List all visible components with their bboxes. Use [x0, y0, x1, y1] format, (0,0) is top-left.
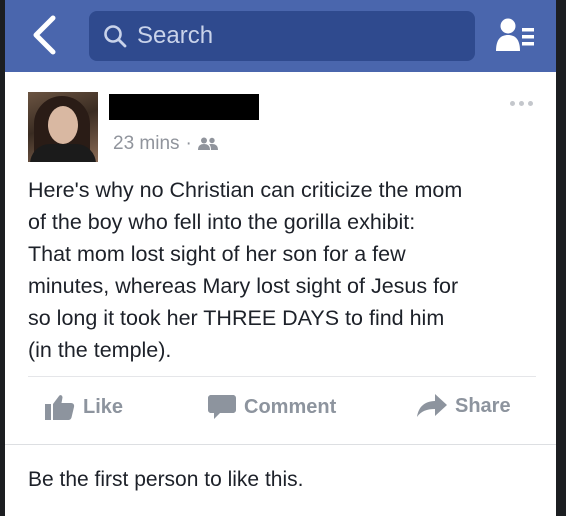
post-line: (in the temple). — [28, 338, 172, 362]
likes-summary[interactable]: Be the first person to like this. — [28, 468, 303, 492]
like-label: Like — [83, 395, 124, 418]
post-line: That mom lost sight of her son for a few — [28, 242, 406, 266]
friends-icon[interactable] — [197, 137, 218, 151]
post-body: Here's why no Christian can criticize th… — [28, 174, 540, 366]
dot-icon — [510, 100, 515, 106]
more-options-button[interactable] — [510, 96, 536, 110]
chevron-left-icon — [33, 15, 56, 55]
search-bar[interactable] — [89, 11, 475, 61]
like-button[interactable]: Like — [45, 394, 123, 420]
post-line: of the boy who fell into the gorilla exh… — [28, 210, 416, 234]
search-input[interactable] — [137, 19, 457, 53]
meta-separator: · — [185, 133, 192, 154]
post-actions: Like Comment Share — [5, 380, 556, 440]
dot-icon — [528, 100, 533, 106]
post-meta: 23 mins · — [113, 132, 218, 156]
divider — [5, 444, 556, 445]
redacted-author-name — [109, 94, 259, 120]
search-icon — [104, 25, 127, 48]
share-label: Share — [455, 394, 511, 417]
comment-icon — [208, 395, 236, 419]
share-button[interactable]: Share — [417, 394, 511, 418]
divider — [28, 376, 536, 377]
dot-icon — [519, 100, 524, 106]
post-timestamp[interactable]: 23 mins — [113, 133, 180, 155]
post-line: Here's why no Christian can criticize th… — [28, 178, 463, 202]
author-avatar[interactable] — [28, 92, 98, 162]
back-button[interactable] — [27, 14, 61, 56]
friend-requests-button[interactable] — [495, 17, 535, 53]
share-arrow-icon — [417, 394, 447, 417]
comment-button[interactable]: Comment — [208, 394, 336, 420]
comment-label: Comment — [244, 395, 337, 418]
post-screen: 23 mins · Here's why no Christian can cr… — [5, 0, 556, 516]
post-line: so long it took her THREE DAYS to find h… — [28, 306, 445, 330]
friend-requests-icon — [496, 18, 534, 51]
post-line: minutes, whereas Mary lost sight of Jesu… — [28, 274, 459, 298]
thumbs-up-icon — [45, 395, 75, 420]
top-navigation-bar — [5, 0, 556, 72]
